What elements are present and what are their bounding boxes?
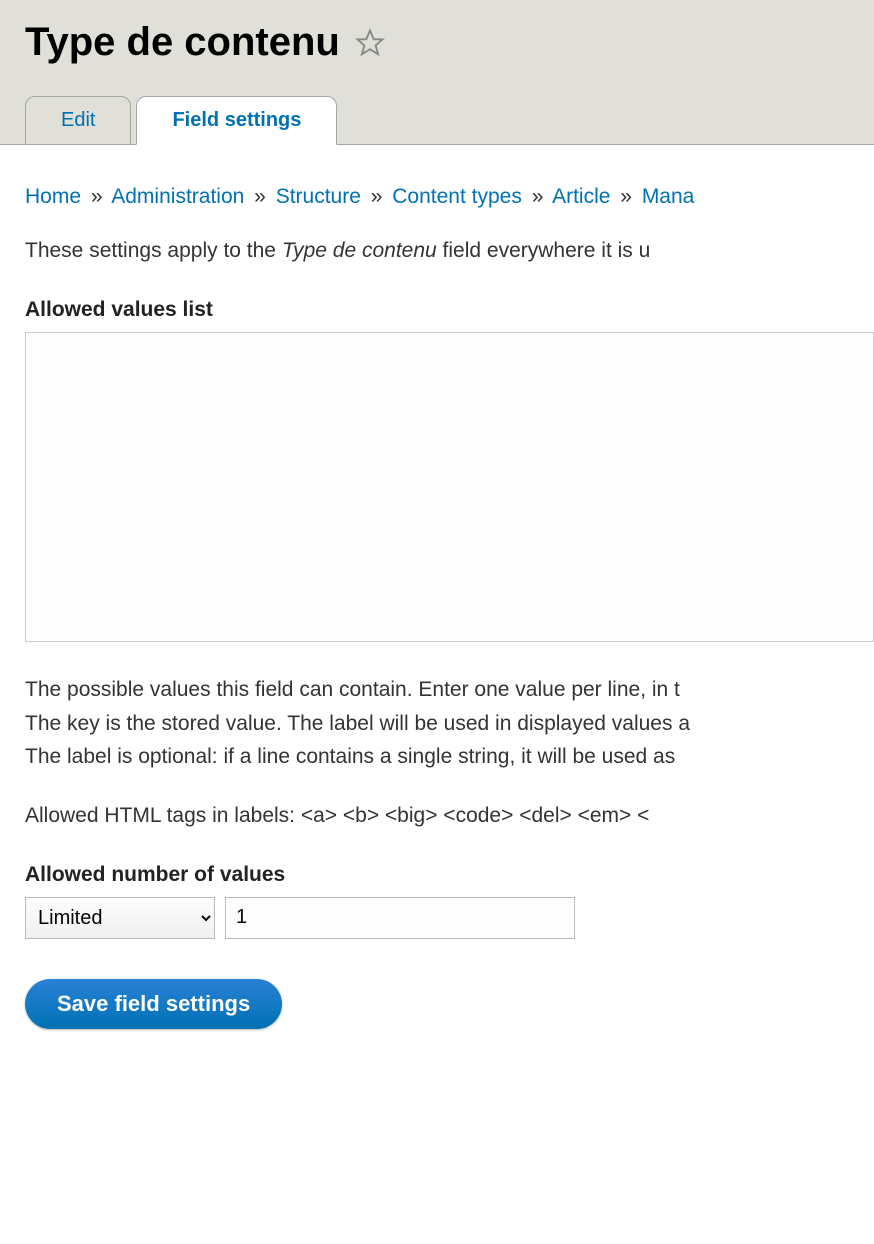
breadcrumb-structure[interactable]: Structure bbox=[276, 185, 361, 208]
page-title: Type de contenu bbox=[25, 20, 874, 65]
allowed-values-label: Allowed values list bbox=[25, 298, 874, 322]
save-field-settings-button[interactable]: Save field settings bbox=[25, 979, 282, 1029]
allowed-tags-text: Allowed HTML tags in labels: <a> <b> <bi… bbox=[25, 804, 874, 828]
breadcrumb-sep: » bbox=[91, 185, 103, 208]
settings-description: These settings apply to the Type de cont… bbox=[25, 239, 874, 263]
cardinality-number-input[interactable] bbox=[225, 897, 575, 939]
help-text: The possible values this field can conta… bbox=[25, 673, 874, 774]
breadcrumb-home[interactable]: Home bbox=[25, 185, 81, 208]
breadcrumb-sep: » bbox=[532, 185, 544, 208]
breadcrumb-sep: » bbox=[254, 185, 266, 208]
breadcrumb-administration[interactable]: Administration bbox=[111, 185, 244, 208]
breadcrumb-sep: » bbox=[620, 185, 632, 208]
allowed-values-textarea[interactable] bbox=[25, 332, 874, 642]
tabs: Edit Field settings bbox=[25, 96, 874, 145]
tab-field-settings[interactable]: Field settings bbox=[136, 96, 337, 145]
cardinality-label: Allowed number of values bbox=[25, 863, 874, 887]
star-icon[interactable] bbox=[355, 28, 385, 58]
breadcrumb-article[interactable]: Article bbox=[552, 185, 610, 208]
tab-edit[interactable]: Edit bbox=[25, 96, 131, 145]
page-title-text: Type de contenu bbox=[25, 20, 340, 65]
cardinality-select[interactable]: Limited bbox=[25, 897, 215, 939]
breadcrumb-mana[interactable]: Mana bbox=[642, 185, 695, 208]
breadcrumb-content-types[interactable]: Content types bbox=[392, 185, 522, 208]
breadcrumb: Home » Administration » Structure » Cont… bbox=[25, 185, 874, 209]
breadcrumb-sep: » bbox=[371, 185, 383, 208]
